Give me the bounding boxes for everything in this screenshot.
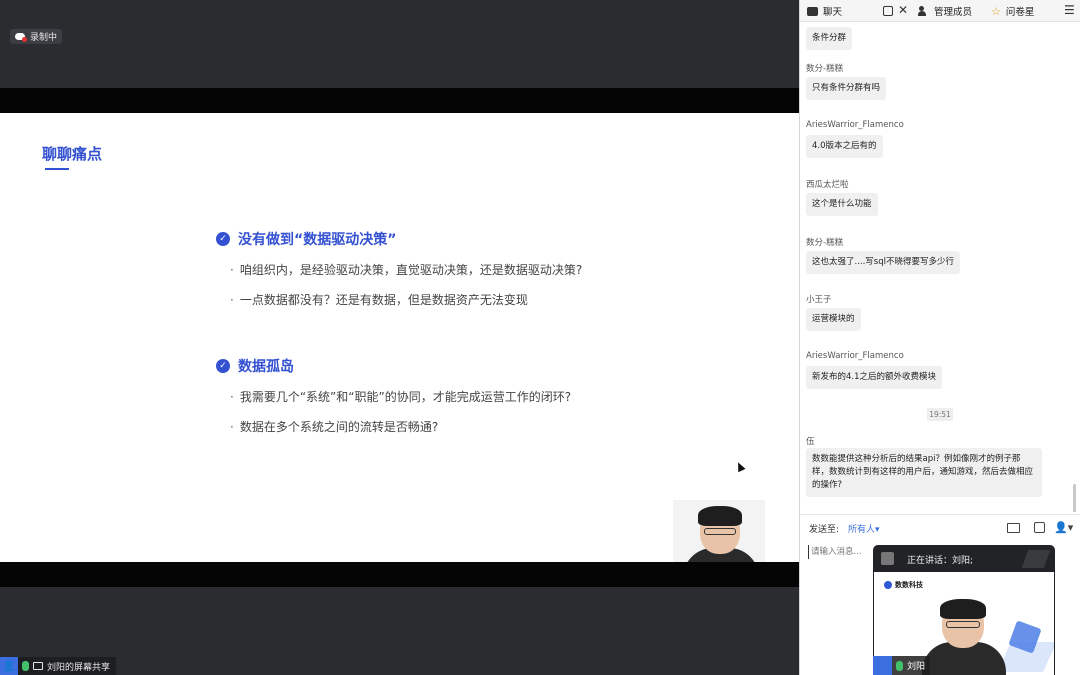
tab-chat[interactable]: 聊天 [807, 4, 842, 18]
close-icon[interactable]: ✕ [898, 3, 908, 17]
message-bubble: 条件分群 [806, 27, 853, 50]
message-item: 数分-糕糕 只有条件分群有吗 [806, 62, 887, 100]
user-select-icon[interactable]: 👤▾ [1054, 521, 1073, 534]
speaker-avatar [881, 552, 894, 565]
screen-share-area: 录制中 聊聊痛点 ✓ 没有做到“数据驱动决策” · 咱组织内，是经验驱动决策，直觉… [0, 0, 799, 675]
screen-share-label: 👤 刘阳的屏幕共享 [0, 657, 117, 675]
send-to-dropdown[interactable]: 所有人▾ [848, 522, 880, 535]
window-decoration [1021, 550, 1051, 568]
send-to-label: 发送至: [809, 525, 840, 535]
menu-icon[interactable]: ☰ [1064, 3, 1075, 17]
brand-logo: 数数科技 [884, 580, 923, 590]
message-bubble: 这也太强了....写sql不晓得要写多少行 [806, 251, 960, 274]
speaker-status: 正在讲话：刘阳; [907, 556, 974, 566]
message-bubble: 新发布的4.1之后的额外收费模块 [806, 366, 943, 389]
star-icon: ☆ [991, 4, 1001, 18]
section-title: 数据孤岛 [238, 359, 294, 375]
bullet-item: · 一点数据都没有？还是有数据，但是数据资产无法变现 [230, 292, 528, 308]
message-item: AriesWarrior_Flamenco 4.0版本之后有的 [806, 120, 904, 158]
check-circle-icon: ✓ [216, 232, 230, 246]
members-icon [918, 6, 929, 16]
share-owner-label: 刘阳的屏幕共享 [47, 662, 111, 673]
speaker-video-window[interactable]: 正在讲话：刘阳; 数数科技 刘阳 [873, 545, 1055, 675]
bullet-item: · 咱组织内，是经验驱动决策，直觉驱动决策，还是数据驱动决策? [230, 262, 583, 278]
message-bubble: 只有条件分群有吗 [806, 77, 887, 100]
chat-scrollbar[interactable] [1073, 484, 1076, 512]
message-sender: 数分-糕糕 [806, 238, 844, 248]
user-icon [873, 656, 892, 675]
speaker-header: 正在讲话：刘阳; [873, 545, 1055, 572]
message-sender: 伍 [806, 437, 815, 447]
cloud-record-icon [15, 32, 27, 42]
message-bubble: 运营模块的 [806, 308, 861, 331]
user-icon: 👤 [0, 657, 18, 675]
tab-survey[interactable]: ☆ 问卷星 [991, 4, 1034, 19]
folder-icon[interactable] [1007, 523, 1020, 533]
message-bubble: 这个是什么功能 [806, 193, 878, 216]
tab-manage-members[interactable]: 管理成员 [918, 4, 972, 18]
slide-section: ✓ 没有做到“数据驱动决策” · 咱组织内，是经验驱动决策，直觉驱动决策，还是数据… [216, 229, 582, 309]
brand-icon [884, 581, 892, 589]
check-circle-icon: ✓ [216, 359, 230, 373]
chat-bubble-icon [807, 6, 818, 16]
mic-icon [22, 661, 29, 671]
mic-icon [896, 660, 903, 671]
message-input[interactable] [808, 545, 868, 559]
bullet-item: · 数据在多个系统之间的流转是否畅通? [230, 419, 439, 435]
slide-title: 聊聊痛点 [42, 145, 103, 163]
calendar-icon[interactable] [1034, 522, 1045, 533]
chat-topbar: 聊天 ✕ 管理成员 ☆ 问卷星 ☰ [800, 0, 1080, 22]
title-underline [45, 168, 69, 170]
app-window: 录制中 聊聊痛点 ✓ 没有做到“数据驱动决策” · 咱组织内，是经验驱动决策，直觉… [0, 0, 1080, 675]
message-item: 数分-糕糕 这也太强了....写sql不晓得要写多少行 [806, 236, 960, 274]
message-list: 条件分群 数分-糕糕 只有条件分群有吗 AriesWarrior_Flamenc… [800, 22, 1080, 512]
recording-badge[interactable]: 录制中 [10, 29, 63, 44]
message-item: 西瓜太烂啦 这个是什么功能 [806, 178, 878, 216]
letterbox-bottom [0, 562, 799, 587]
send-target-bar: 发送至: 所有人▾ 👤▾ [800, 514, 1080, 540]
message-sender: AriesWarrior_Flamenco [806, 120, 904, 130]
message-bubble: 4.0版本之后有的 [806, 135, 883, 158]
slide-section: ✓ 数据孤岛 · 我需要几个“系统”和“职能”的协同，才能完成运营工作的闭环? ·… [216, 356, 571, 436]
message-timestamp: 19:51 [927, 408, 953, 421]
popout-icon[interactable] [883, 6, 893, 16]
message-sender: 西瓜太烂啦 [806, 180, 849, 190]
message-sender: 小王子 [806, 295, 832, 305]
screen-share-icon [33, 662, 43, 670]
message-sender: 数分-糕糕 [806, 64, 844, 74]
mouse-cursor-icon [734, 460, 746, 473]
message-item: 小王子 运营模块的 [806, 293, 861, 331]
message-item: AriesWarrior_Flamenco 新发布的4.1之后的额外收费模块 [806, 351, 943, 389]
message-bubble: 数数能提供这种分析后的结果api？例如像刚才的例子那样，数数统计到有这样的用户后… [806, 448, 1042, 497]
message-sender: AriesWarrior_Flamenco [806, 351, 904, 361]
letterbox-top [0, 88, 799, 113]
presentation-slide: 聊聊痛点 ✓ 没有做到“数据驱动决策” · 咱组织内，是经验驱动决策，直觉驱动决策… [0, 113, 799, 562]
recording-label: 录制中 [30, 33, 58, 43]
message-item: 伍 数数能提供这种分析后的结果api？例如像刚才的例子那样，数数统计到有这样的用… [806, 435, 1042, 497]
section-title: 没有做到“数据驱动决策” [238, 232, 397, 248]
message-item: 条件分群 [806, 25, 853, 50]
bullet-item: · 我需要几个“系统”和“职能”的协同，才能完成运营工作的闭环? [230, 389, 572, 405]
speaker-name: 刘阳 [907, 662, 926, 672]
speaker-name-bar: 刘阳 [873, 656, 931, 675]
